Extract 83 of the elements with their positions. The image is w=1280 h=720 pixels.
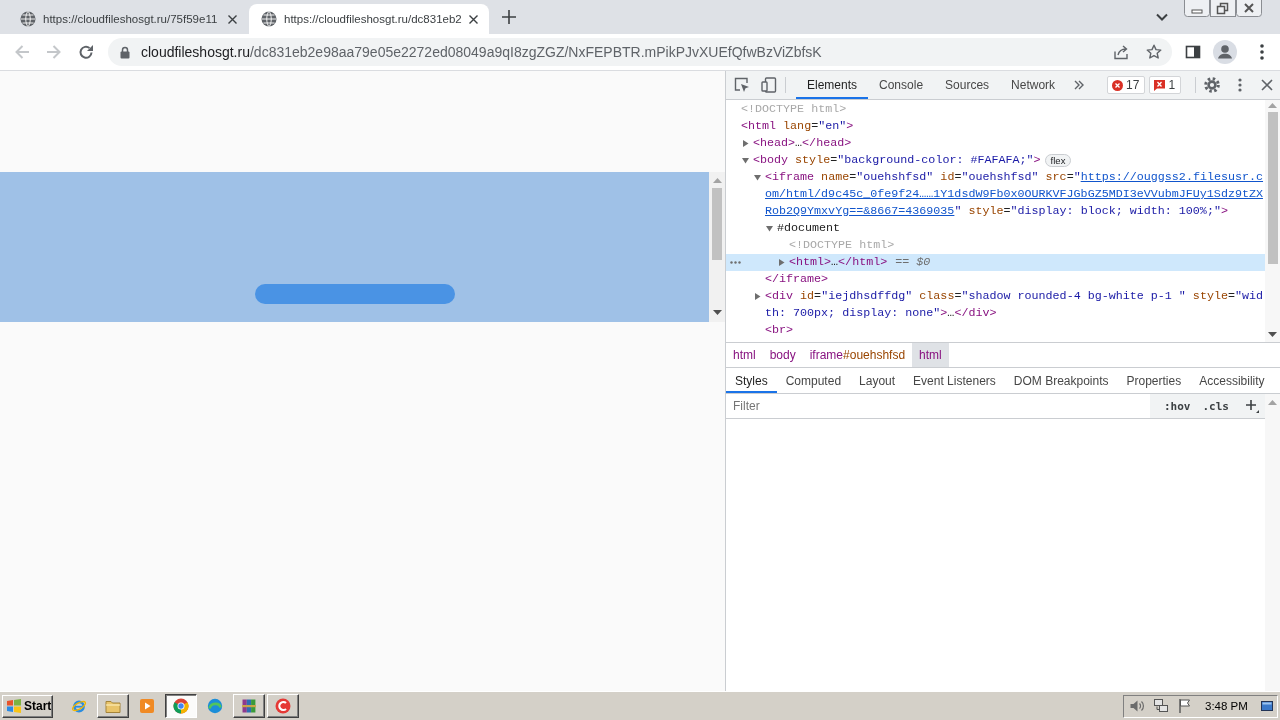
dom-node[interactable]: <iframe name="ouehshfsd" id="ouehshfsd" src="https://ouggss2.filesusr.com/html/d9c45c_0fe9f24……1Y1dsdW9Fb0x0OURKVFJGbGZ5MDI3eVVubmJFUy1Sdz9tZXRob2Q9YmxvYg==&8667=4369035" style="display: block; width: 100%;">	[726, 169, 1265, 220]
share-icon[interactable]	[1113, 44, 1129, 60]
toolbar-button[interactable]: :hov	[1158, 399, 1197, 413]
dom-node[interactable]: <body style="background-color: #FAFAFA;"> flex	[726, 152, 1265, 169]
devtools-tab[interactable]: Elements	[796, 71, 869, 99]
close-icon[interactable]	[468, 13, 479, 25]
address-bar[interactable]: cloudfileshosgt.ru/dc831eb2e98aa79e05e2272ed08049a9qI8zgZGZ/NxFEPBTR.mPikPJvXUEfQfwBzViZbfsK	[108, 38, 1172, 66]
caret-down-icon[interactable]	[742, 157, 749, 164]
devtools-tab[interactable]: Console	[868, 71, 935, 99]
ellipsis-icon[interactable]	[730, 261, 741, 264]
layout-badge[interactable]: flex	[1044, 154, 1072, 167]
dom-node[interactable]: <head>…</head>	[726, 135, 1265, 152]
dom-node[interactable]: <div id="iejdhsdffdg" class="shadow rounded-4 bg-white p-1 " style="width: 700px; display: none">…</div>	[726, 288, 1265, 322]
caret-right-icon[interactable]	[742, 140, 749, 147]
reload-icon[interactable]	[78, 44, 94, 60]
clock[interactable]: 3:48 PM	[1205, 700, 1248, 712]
chevron-down-icon[interactable]	[1156, 13, 1168, 21]
more-icon[interactable]	[1260, 44, 1264, 60]
error-icon	[1112, 79, 1124, 91]
dom-node[interactable]: #document	[726, 220, 1265, 237]
devtools-tab[interactable]: Sources	[934, 71, 1001, 99]
desktop-icon[interactable]	[1261, 701, 1273, 711]
scroll-down-icon[interactable]	[1268, 332, 1277, 337]
more-icon[interactable]	[1238, 78, 1243, 92]
wheel-logo-icon	[173, 698, 189, 714]
select-element-icon[interactable]	[734, 77, 750, 93]
folder-icon	[105, 698, 121, 714]
four-pane-logo-icon	[6, 699, 22, 713]
scrollbar-thumb[interactable]	[712, 188, 722, 260]
close-icon[interactable]	[1261, 79, 1274, 91]
double-chevron-icon[interactable]	[1074, 80, 1085, 90]
caret-right-icon[interactable]	[778, 259, 785, 266]
books-icon	[241, 698, 257, 714]
play-icon	[139, 698, 155, 714]
flag-icon[interactable]	[1177, 698, 1193, 714]
scrollbar[interactable]	[1265, 100, 1280, 342]
panel-tab[interactable]: DOM Breakpoints	[1004, 368, 1118, 393]
devtools-tab[interactable]: Network	[1000, 71, 1067, 99]
scrollbar[interactable]	[709, 172, 725, 322]
issue-icon	[1154, 79, 1166, 91]
scrollbar[interactable]	[1265, 394, 1280, 691]
speaker-icon[interactable]	[1129, 698, 1145, 714]
avatar-icon[interactable]	[1213, 40, 1237, 64]
browser-tab[interactable]: https://cloudfileshosgt.ru/75f59e11	[8, 4, 248, 34]
toolbar-button[interactable]: .cls	[1196, 399, 1235, 413]
issue-counter[interactable]: 1	[1149, 76, 1182, 94]
taskbar-button[interactable]	[165, 694, 197, 718]
star-icon[interactable]	[1146, 44, 1162, 60]
scrollbar-thumb[interactable]	[1267, 112, 1278, 264]
device-icon[interactable]	[761, 77, 777, 93]
lock-icon	[120, 45, 130, 59]
globe-icon	[261, 11, 277, 27]
dom-node[interactable]: <html>…</html> == $0	[726, 254, 1265, 271]
caret-right-icon[interactable]	[754, 293, 761, 300]
dom-node[interactable]: <html lang="en">	[726, 118, 1265, 135]
caret-down-icon[interactable]	[766, 225, 773, 232]
start-button[interactable]: Start	[2, 694, 53, 718]
closing-tag[interactable]: </iframe>	[726, 271, 1265, 288]
ring-logo-icon	[275, 698, 291, 714]
globe-icon	[20, 11, 36, 27]
orbit-logo-icon	[71, 698, 87, 714]
browser-tab[interactable]: https://cloudfileshosgt.ru/dc831eb2	[249, 4, 489, 34]
restore-icon[interactable]	[1210, 0, 1236, 17]
caret-down-icon[interactable]	[754, 174, 761, 181]
dom-node[interactable]: <br>	[726, 322, 1265, 339]
wave-logo-icon	[207, 698, 223, 714]
close-icon[interactable]	[1236, 0, 1262, 17]
plus-icon[interactable]	[1245, 399, 1259, 413]
side-panel-icon[interactable]	[1185, 44, 1201, 60]
settings-icon[interactable]	[1204, 77, 1221, 93]
panel-tab[interactable]: Layout	[850, 368, 905, 393]
close-icon[interactable]	[227, 13, 238, 25]
panel-tab[interactable]: Properties	[1117, 368, 1191, 393]
panel-tab[interactable]: Event Listeners	[904, 368, 1005, 393]
breadcrumb[interactable]: html	[912, 343, 949, 367]
minimize-icon[interactable]	[1184, 0, 1210, 17]
panel-tab[interactable]: Accessibility	[1190, 368, 1274, 393]
error-counter[interactable]: 17	[1107, 76, 1146, 94]
scroll-down-icon[interactable]	[712, 310, 722, 315]
panel-tab[interactable]: Computed	[776, 368, 851, 393]
network-icon[interactable]	[1153, 698, 1169, 714]
plus-icon[interactable]	[502, 10, 516, 24]
console-reference: == $0	[895, 254, 931, 271]
